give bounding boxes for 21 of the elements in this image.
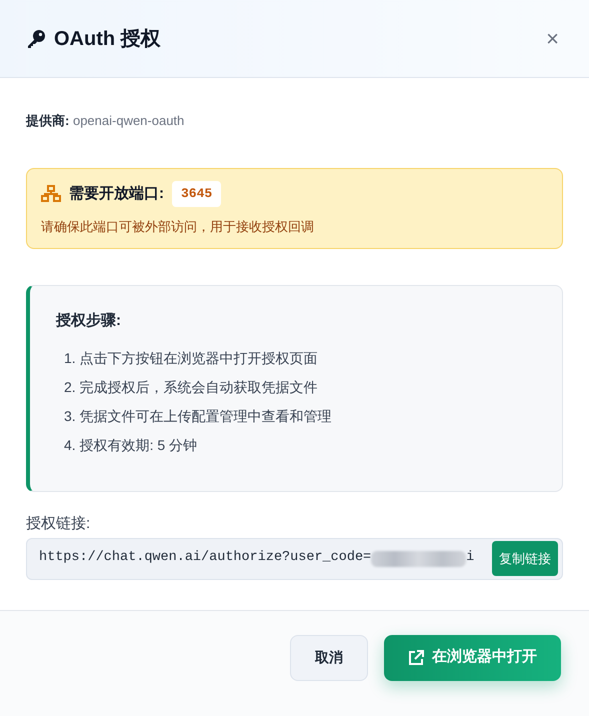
steps-title: 授权步骤: [56, 311, 122, 331]
step-item: 3. 凭据文件可在上传配置管理中查看和管理 [63, 406, 333, 426]
link-field[interactable]: https://chat.qwen.ai/authorize?user_code= i 复制链接 [26, 538, 563, 580]
provider-text: 提供商: openai-qwen-oauth [26, 112, 186, 130]
notice-text: 请确保此端口可被外部访问，用于接收授权回调 [41, 218, 315, 236]
port-number: 3645 [172, 181, 222, 206]
link-text: https://chat.qwen.ai/authorize?user_code= [39, 549, 372, 568]
network-icon [41, 184, 61, 203]
open-in-browser-button[interactable]: 在浏览器中打开 [384, 634, 561, 680]
step-item: 1. 点击下方按钮在浏览器中打开授权页面 [63, 348, 319, 368]
external-link-icon [408, 650, 424, 666]
close-button[interactable]: × [542, 28, 563, 50]
cancel-button[interactable]: 取消 [290, 634, 368, 680]
notice-title: 需要开放端口: [69, 184, 164, 204]
copy-link-button[interactable]: 复制链接 [492, 540, 558, 576]
link-text: i [466, 549, 474, 568]
dialog-title: OAuth 授权 [54, 26, 161, 52]
step-item: 2. 完成授权后，系统会自动获取凭据文件 [63, 378, 319, 396]
step-item: 4. 授权有效期: 5 分钟 [63, 436, 198, 454]
key-icon [26, 28, 46, 48]
link-label: 授权链接: [26, 514, 92, 534]
